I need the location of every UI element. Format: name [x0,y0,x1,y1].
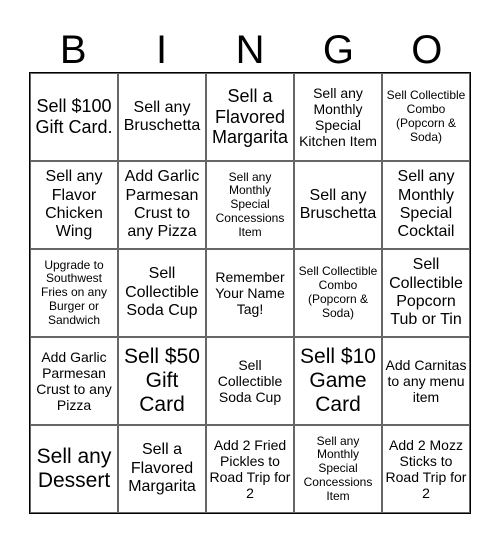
bingo-cell[interactable]: Sell $50 Gift Card [118,337,206,425]
bingo-cell[interactable]: Add Carnitas to any menu item [382,337,470,425]
free-space-cell[interactable]: Remember Your Name Tag! [206,249,294,337]
bingo-cell[interactable]: Sell any Bruschetta [118,73,206,161]
bingo-cell[interactable]: Sell Collectible Combo (Popcorn & Soda) [294,249,382,337]
bingo-header: B I N G O [29,28,471,72]
bingo-cell[interactable]: Sell any Monthly Special Cocktail [382,161,470,249]
bingo-cell[interactable]: Upgrade to Southwest Fries on any Burger… [30,249,118,337]
header-letter-i: I [156,28,168,72]
bingo-cell[interactable]: Sell any Monthly Special Concessions Ite… [206,161,294,249]
bingo-cell[interactable]: Sell any Monthly Special Kitchen Item [294,73,382,161]
header-letter-b: B [59,28,87,72]
bingo-cell[interactable]: Sell Collectible Soda Cup [118,249,206,337]
bingo-cell[interactable]: Sell Collectible Soda Cup [206,337,294,425]
bingo-cell[interactable]: Sell a Flavored Margarita [206,73,294,161]
bingo-cell[interactable]: Sell any Bruschetta [294,161,382,249]
bingo-cell[interactable]: Add Garlic Parmesan Crust to any Pizza [30,337,118,425]
bingo-cell[interactable]: Sell $10 Game Card [294,337,382,425]
bingo-board: Sell $100 Gift Card. Sell any Bruschetta… [29,72,471,514]
bingo-cell[interactable]: Sell Collectible Combo (Popcorn & Soda) [382,73,470,161]
header-letter-o: O [411,28,443,72]
bingo-cell[interactable]: Sell any Flavor Chicken Wing [30,161,118,249]
header-letter-n: N [235,28,265,72]
bingo-cell[interactable]: Sell any Monthly Special Concessions Ite… [294,425,382,513]
bingo-cell[interactable]: Add 2 Fried Pickles to Road Trip for 2 [206,425,294,513]
bingo-cell[interactable]: Sell any Dessert [30,425,118,513]
bingo-cell[interactable]: Sell Collectible Popcorn Tub or Tin [382,249,470,337]
header-letter-g: G [322,28,354,72]
bingo-cell[interactable]: Sell a Flavored Margarita [118,425,206,513]
bingo-cell[interactable]: Sell $100 Gift Card. [30,73,118,161]
bingo-cell[interactable]: Add Garlic Parmesan Crust to any Pizza [118,161,206,249]
bingo-cell[interactable]: Add 2 Mozz Sticks to Road Trip for 2 [382,425,470,513]
